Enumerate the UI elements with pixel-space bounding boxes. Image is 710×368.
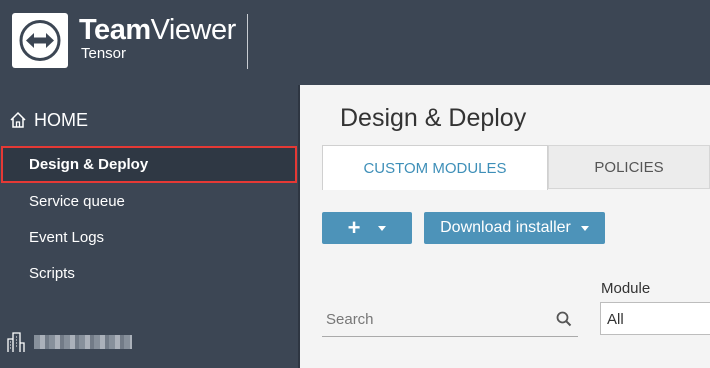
- module-select-value: All: [607, 311, 624, 328]
- sidebar-item-design-deploy[interactable]: Design & Deploy: [1, 146, 297, 183]
- chevron-down-icon: [378, 225, 387, 231]
- page-title: Design & Deploy: [340, 104, 527, 132]
- search-input[interactable]: [322, 303, 546, 335]
- product-name: Tensor: [81, 45, 127, 62]
- tab-policies[interactable]: POLICIES: [548, 145, 710, 189]
- building-icon: [7, 332, 25, 352]
- brand-light: Viewer: [150, 14, 237, 46]
- add-button[interactable]: +: [322, 212, 412, 244]
- search-field: [322, 303, 578, 337]
- module-select[interactable]: All: [600, 302, 710, 335]
- top-header-bar: TeamViewer Tensor: [0, 0, 710, 85]
- brand-name: TeamViewer: [79, 14, 236, 47]
- search-icon[interactable]: [556, 311, 572, 327]
- sidebar-organization[interactable]: [6, 331, 132, 353]
- plus-icon: +: [347, 215, 361, 240]
- organization-name-redacted: [34, 335, 132, 349]
- module-label: Module: [601, 280, 651, 297]
- sidebar-item-scripts[interactable]: Scripts: [29, 265, 75, 282]
- brand-bold: Team: [79, 14, 151, 46]
- sidebar-home[interactable]: HOME: [8, 109, 88, 131]
- sidebar-item-event-logs[interactable]: Event Logs: [29, 229, 104, 246]
- tab-custom-modules[interactable]: CUSTOM MODULES: [322, 145, 548, 190]
- chevron-down-icon: [580, 225, 589, 231]
- download-installer-label: Download installer: [440, 219, 571, 236]
- sidebar-item-service-queue[interactable]: Service queue: [29, 193, 125, 210]
- teamviewer-logo-icon[interactable]: [12, 13, 68, 68]
- home-icon: [10, 111, 26, 128]
- header-divider: [247, 14, 248, 69]
- download-installer-button[interactable]: Download installer: [424, 212, 605, 244]
- sidebar-item-label: Design & Deploy: [29, 156, 149, 173]
- home-label: HOME: [34, 109, 88, 130]
